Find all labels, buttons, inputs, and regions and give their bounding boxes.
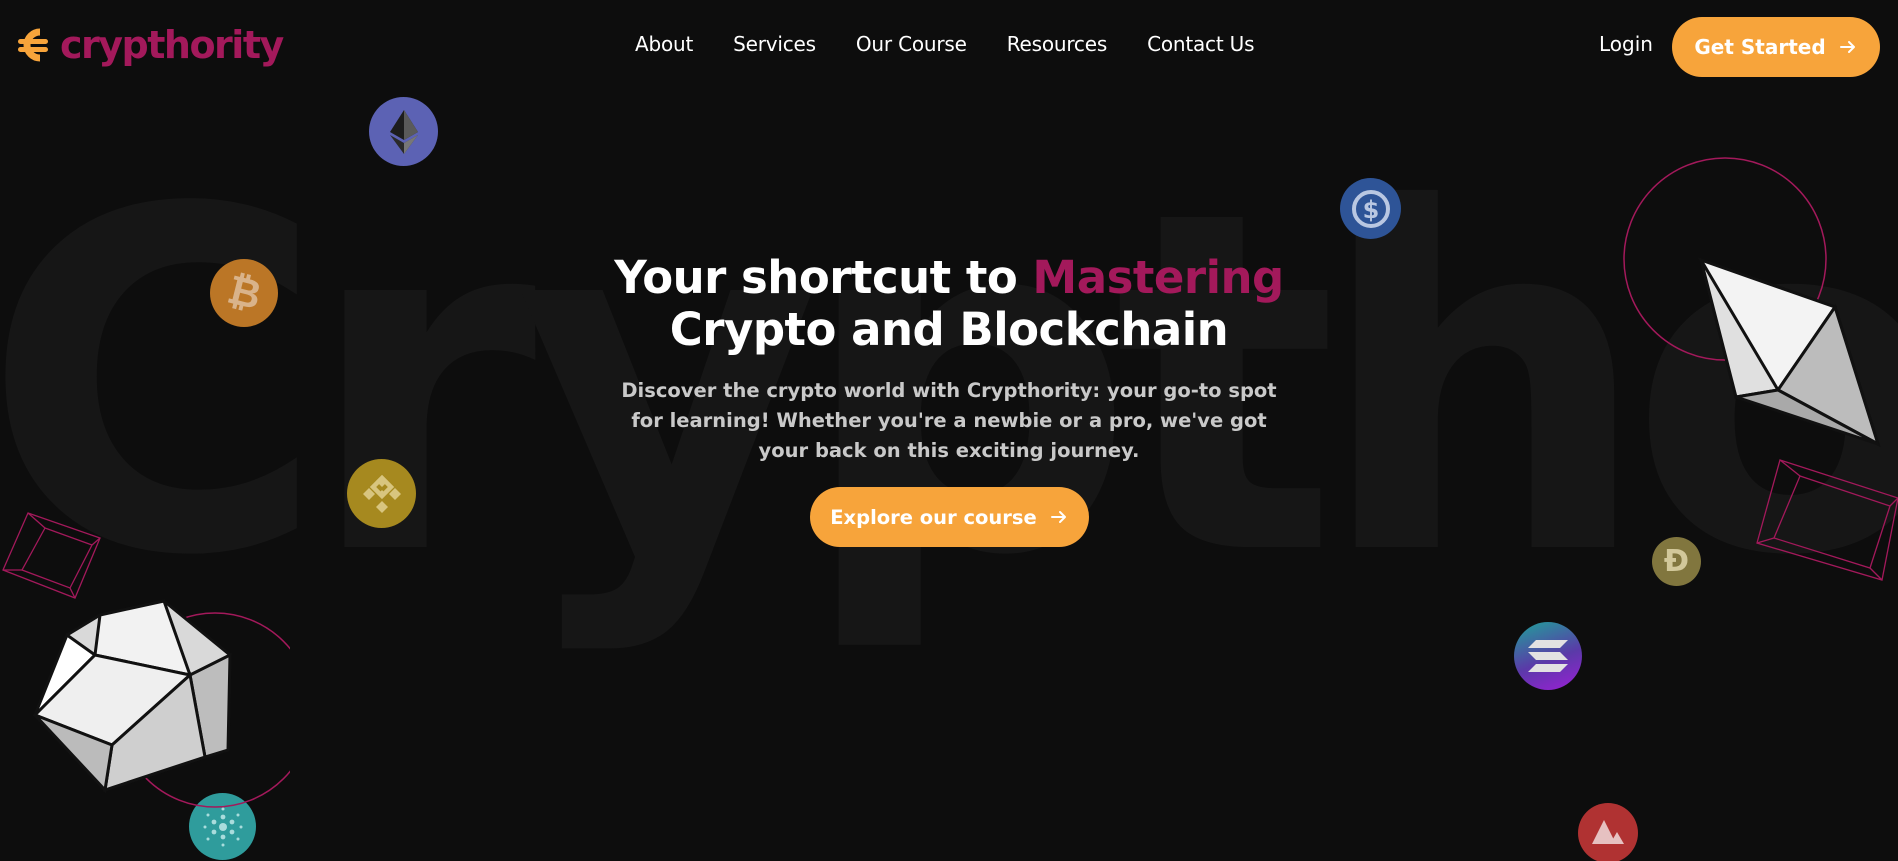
dogecoin-icon: Đ [1652, 537, 1701, 586]
hero-subtitle: Discover the crypto world with Crypthori… [621, 379, 1277, 462]
arrow-right-icon [1050, 511, 1066, 523]
avalanche-icon [1578, 803, 1638, 861]
wireframe-cube-left [2, 512, 101, 599]
nav-our-course[interactable]: Our Course [856, 32, 967, 56]
bitcoin-icon: ₿ [210, 259, 278, 327]
icosahedron-shape [32, 599, 290, 808]
nav-services[interactable]: Services [733, 32, 816, 56]
login-link[interactable]: Login [1599, 32, 1653, 56]
explore-course-button[interactable]: Explore our course [810, 487, 1089, 547]
octahedron-shape [1623, 157, 1881, 448]
hero-title-part1: Your shortcut to [614, 251, 1033, 304]
logo-mark-icon [18, 28, 48, 62]
svg-text:$: $ [1362, 196, 1379, 224]
arrow-right-icon [1839, 41, 1855, 53]
logo-link[interactable]: crypthority [18, 22, 284, 68]
site-header: crypthority About Services Our Course Re… [0, 0, 1898, 94]
nav-contact-us[interactable]: Contact Us [1147, 32, 1254, 56]
hero-title-accent: Mastering [1032, 251, 1284, 304]
usdc-icon: $ [1340, 178, 1401, 239]
get-started-label: Get Started [1694, 35, 1826, 59]
hero-title: Your shortcut to Mastering Crypto and Bl… [560, 252, 1338, 356]
explore-course-label: Explore our course [830, 505, 1037, 529]
wireframe-cube-right [1756, 459, 1898, 581]
nav-resources[interactable]: Resources [1007, 32, 1108, 56]
hero-title-part2: Crypto and Blockchain [669, 303, 1229, 356]
main-nav: About Services Our Course Resources Cont… [635, 32, 1254, 56]
logo-text: crypthority [60, 23, 284, 67]
get-started-button[interactable]: Get Started [1672, 17, 1880, 77]
solana-icon [1514, 622, 1582, 690]
ethereum-icon [369, 97, 438, 166]
binance-icon [347, 459, 416, 528]
nav-about[interactable]: About [635, 32, 693, 56]
landing-page: Crypthority crypthority About Services O… [0, 0, 1898, 861]
